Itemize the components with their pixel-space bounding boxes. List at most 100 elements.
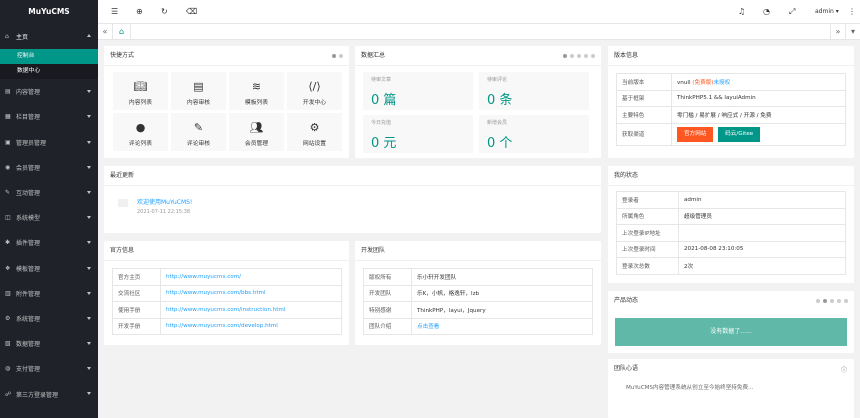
menu-toggle-icon[interactable]: ☰ xyxy=(111,0,118,24)
table-row: 主要特色 零门槛 / 易扩展 / 响应式 / 开源 / 免费 xyxy=(616,106,846,124)
sidebar: MuYuCMS ⌂ 主页 控制台 数据中心 ▤ 内容管理 ▦ 栏目管理 ▣ 管理员管理… xyxy=(0,0,98,418)
sidebar-submenu: 控制台 数据中心 xyxy=(0,49,98,80)
product-empty-banner: 没有数据了...... xyxy=(615,318,847,346)
chevron-down-icon xyxy=(87,216,91,220)
chevron-down-icon xyxy=(87,392,91,396)
sidebar-item-label: 支付管理 xyxy=(16,366,41,374)
comment-icon: ● xyxy=(135,121,146,134)
license-link[interactable]: 未授权 xyxy=(713,80,730,86)
official-home-link[interactable]: http://www.muyucms.com/ xyxy=(160,268,342,286)
clear-cache-icon[interactable]: ⌫ xyxy=(186,0,197,24)
sidebar-item-oauth[interactable]: ☍ 第三方登录管理 xyxy=(0,381,98,406)
carousel-dots[interactable] xyxy=(816,299,848,303)
shortcut-content-review[interactable]: ▤ 内容审核 xyxy=(171,72,226,110)
sidebar-item-system[interactable]: ⚙ 系统管理 xyxy=(0,306,98,331)
sidebar-item-label: 栏目管理 xyxy=(16,114,41,122)
sidebar-item-interact[interactable]: ✎ 互动管理 xyxy=(0,180,98,205)
chevron-down-icon xyxy=(87,266,91,270)
sidebar-item-pay[interactable]: ◍ 支付管理 xyxy=(0,356,98,381)
sidebar-item-attachment[interactable]: ▥ 附件管理 xyxy=(0,281,98,306)
news-title-link[interactable]: 欢迎使用MuYuCMS! xyxy=(137,197,192,206)
sidebar-item-plugin[interactable]: ✱ 插件管理 xyxy=(0,230,98,255)
shortcut-template-list[interactable]: ≋ 模板列表 xyxy=(229,72,284,110)
shortcut-dev-center[interactable]: ⟨/⟩ 开发中心 xyxy=(287,72,342,110)
sidebar-item-model[interactable]: ◫ 系统模型 xyxy=(0,205,98,230)
stat-new-members[interactable]: 新增会员 0 个 xyxy=(479,115,589,153)
bell-icon[interactable]: ♫ xyxy=(738,0,745,24)
dev-manual-link[interactable]: http://www.muyucms.com/develop.html xyxy=(160,317,342,335)
model-icon: ◫ xyxy=(5,214,11,222)
community-link[interactable]: http://www.muyucms.com/bbs.html xyxy=(160,284,342,302)
chevron-down-icon xyxy=(87,90,91,94)
fullscreen-icon[interactable]: ⤢ xyxy=(789,0,795,24)
sidebar-item-template[interactable]: ❖ 模板管理 xyxy=(0,256,98,281)
theme-icon[interactable]: ◔ xyxy=(763,0,770,24)
shortcut-member-manage[interactable]: 👥︎ 会员管理 xyxy=(229,113,284,151)
card-title: 最近更新 xyxy=(104,166,601,186)
tab-home-icon[interactable]: ⌂ xyxy=(113,24,131,40)
sidebar-subitem-console[interactable]: 控制台 xyxy=(0,49,98,65)
interact-icon: ✎ xyxy=(5,189,11,197)
chevron-up-icon xyxy=(87,34,91,37)
sidebar-item-member[interactable]: ◉ 会员管理 xyxy=(0,155,98,180)
carousel-dots[interactable] xyxy=(563,54,595,58)
table-row: 官方主页 http://www.muyucms.com/ xyxy=(112,268,342,286)
sidebar-item-admin[interactable]: ▣ 管理员管理 xyxy=(0,130,98,155)
stat-pending-articles[interactable]: 待审文章 0 篇 xyxy=(363,72,473,110)
table-row: 使用手册 http://www.muyucms.com/instruction.h… xyxy=(112,301,342,319)
template-icon: ❖ xyxy=(5,264,11,272)
brand-logo: MuYuCMS xyxy=(0,0,98,24)
shortcut-comment-list[interactable]: ● 评论列表 xyxy=(113,113,168,151)
oauth-icon: ☍ xyxy=(5,390,12,398)
official-table: 官方主页 http://www.muyucms.com/ 交流社区 http://w… xyxy=(112,268,342,335)
heart-text: MuYuCMS内容管理系统从创立至今始终坚持免费... xyxy=(626,385,754,391)
column-icon: ▦ xyxy=(5,113,11,121)
doc-icon: ▤ xyxy=(193,80,204,93)
shortcut-content-list[interactable]: 📖︎ 内容列表 xyxy=(113,72,168,110)
card-title: 团队心语 xyxy=(614,365,639,372)
stats-card: 数据汇总 待审文章 0 篇 待审评论 0 条 今日充值 0 元 新增会员 0 个 xyxy=(355,46,601,158)
sidebar-subitem-data-center[interactable]: 数据中心 xyxy=(0,64,98,79)
sidebar-item-label: 数据管理 xyxy=(16,341,41,349)
tab-scroll-left-icon[interactable]: « xyxy=(98,24,113,40)
shortcut-site-settings[interactable]: ⚙ 网站设置 xyxy=(287,113,342,151)
version-table: 当前版本 vnull (免费版)未授权 基于框架 ThinkPHP5.1 && la… xyxy=(616,73,846,146)
layers-icon: ≋ xyxy=(251,80,262,93)
tab-menu-icon[interactable]: ▾ xyxy=(845,24,860,40)
refresh-icon[interactable]: ↻ xyxy=(161,0,168,24)
user-menu[interactable]: admin ▾ xyxy=(815,0,839,24)
gitee-button[interactable]: 码云/Gitee xyxy=(718,126,761,142)
table-row: 所属角色 超级管理员 xyxy=(616,207,846,225)
edit-icon: ✎ xyxy=(193,121,204,134)
sidebar-item-content[interactable]: ▤ 内容管理 xyxy=(0,79,98,104)
top-header: ☰ ⊕ ↻ ⌫ ♫ ◔ ⤢ admin ▾ ⋮ xyxy=(98,0,860,24)
sidebar-item-column[interactable]: ▦ 栏目管理 xyxy=(0,104,98,129)
manual-link[interactable]: http://www.muyucms.com/instruction.html xyxy=(160,301,342,319)
chevron-down-icon xyxy=(87,342,91,346)
chevron-down-icon xyxy=(87,316,91,320)
table-row: 获取渠道 官方网站 码云/Gitee xyxy=(616,122,846,146)
table-row: 当前版本 vnull (免费版)未授权 xyxy=(616,73,846,91)
tab-scroll-right-icon[interactable]: » xyxy=(830,24,845,40)
status-card: 我的状态 登录者 admin 所属角色 超级管理员 上次登录IP地址 上次登录时间 2… xyxy=(608,166,854,283)
admin-icon: ▣ xyxy=(5,138,11,146)
more-icon[interactable]: ⋮ xyxy=(848,0,856,24)
sidebar-item-data[interactable]: ▧ 数据管理 xyxy=(0,331,98,356)
info-icon[interactable]: ⓘ xyxy=(841,365,847,374)
chevron-down-icon xyxy=(87,190,91,194)
shortcut-comment-review[interactable]: ✎ 评论审核 xyxy=(171,113,226,151)
shortcuts-card: 快捷方式 📖︎ 内容列表 ▤ 内容审核 ≋ 模板列表 ⟨/⟩ 开发中心 ● 评论列表 ✎ 评… xyxy=(104,46,349,158)
tab-bar: « ⌂ » ▾ xyxy=(98,24,860,40)
official-site-button[interactable]: 官方网站 xyxy=(677,126,714,142)
team-intro-link[interactable]: 点击查看 xyxy=(411,317,593,335)
carousel-dots[interactable] xyxy=(332,54,343,58)
user-name: admin xyxy=(815,8,834,15)
stat-today-recharge[interactable]: 今日充值 0 元 xyxy=(363,115,473,153)
stat-pending-comments[interactable]: 待审评论 0 条 xyxy=(479,72,589,110)
sidebar-item-label: 系统模型 xyxy=(16,215,41,223)
card-title: 快捷方式 xyxy=(104,46,349,66)
globe-icon[interactable]: ⊕ xyxy=(136,0,143,24)
table-row: 团队介绍 点击查看 xyxy=(363,317,593,335)
sidebar-item-home[interactable]: ⌂ 主页 xyxy=(0,24,98,49)
card-title: 官方信息 xyxy=(104,241,349,261)
